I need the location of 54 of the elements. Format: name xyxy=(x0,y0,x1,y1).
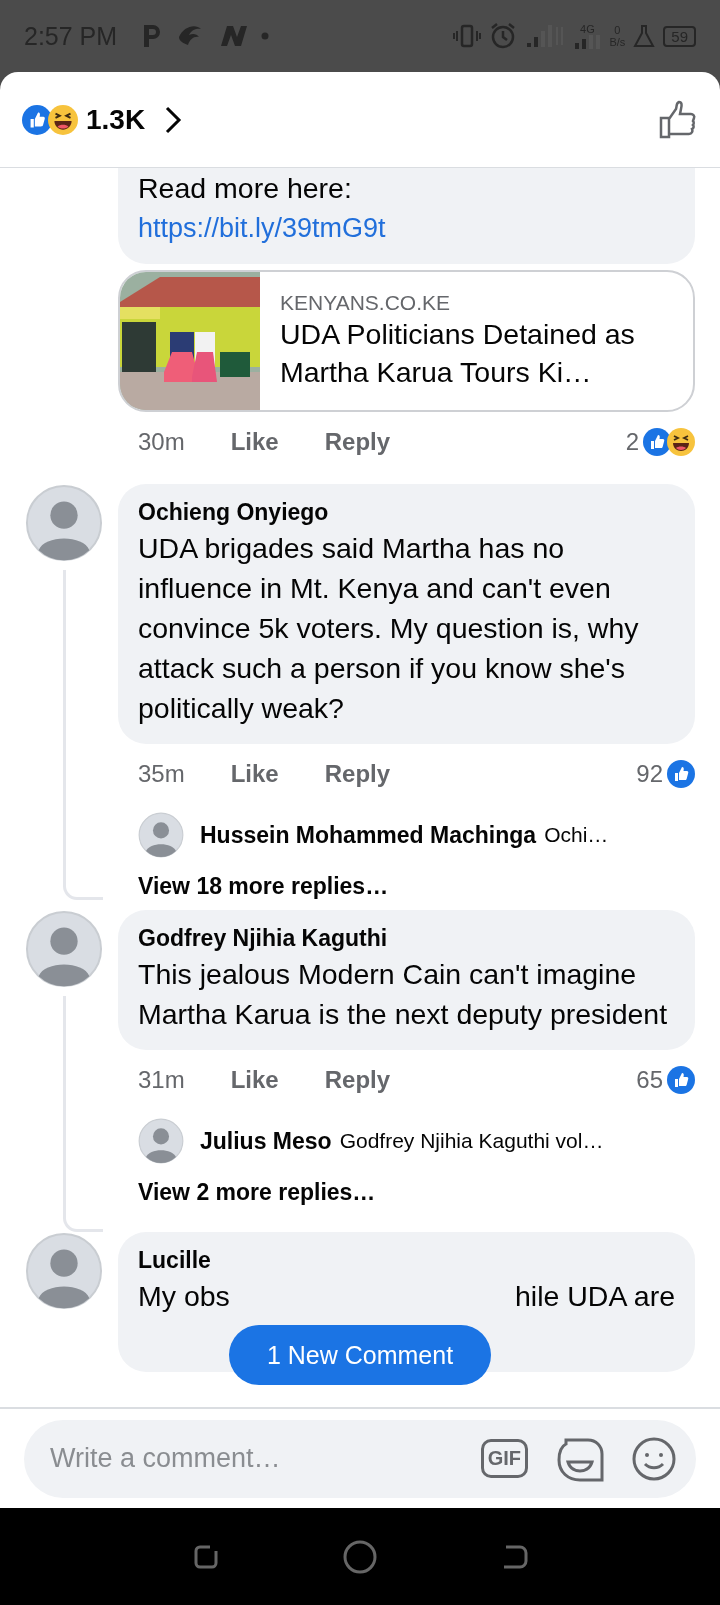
thumbs-up-icon[interactable] xyxy=(658,99,698,140)
reply-link[interactable]: Reply xyxy=(324,760,391,788)
like-link[interactable]: Like xyxy=(230,760,279,788)
comment-time: 31m xyxy=(138,1066,185,1094)
comment-text: Read more here: xyxy=(138,171,353,206)
like-reaction-icon xyxy=(643,428,671,456)
signal-icon xyxy=(525,23,566,49)
emoji-icon[interactable] xyxy=(632,1436,676,1481)
comment-link[interactable]: https://bit.ly/39tmG9t xyxy=(138,208,386,248)
reply-link[interactable]: Reply xyxy=(324,1066,391,1094)
avatar[interactable] xyxy=(138,812,184,858)
like-link[interactable]: Like xyxy=(230,1066,279,1094)
avatar[interactable] xyxy=(25,1232,103,1310)
laughing-reaction-icon xyxy=(667,428,695,456)
reaction-total[interactable]: 1.3K xyxy=(86,103,146,136)
comment-author[interactable]: Godfrey Njihia Kaguthi xyxy=(138,922,675,954)
link-preview-card[interactable]: KENYANS.CO.KE UDA Politicians Detained as Martha Karua Tours Ki… xyxy=(118,270,695,412)
vibrate-icon xyxy=(453,24,482,48)
like-reaction-icon xyxy=(667,760,695,788)
reply-author[interactable]: Hussein Mohammed Machinga xyxy=(200,821,537,849)
link-title: UDA Politicians Detained as Martha Karua Tours Ki… xyxy=(280,317,636,390)
view-more-replies-link[interactable]: View 18 more replies… xyxy=(118,868,389,904)
comment-time: 30m xyxy=(138,428,185,456)
comment-field[interactable]: Write a comment… GIF xyxy=(24,1419,696,1498)
like-reaction-icon xyxy=(22,104,52,135)
gif-button[interactable]: GIF xyxy=(480,1439,528,1478)
comment-text: My obs xyxy=(138,1279,230,1314)
avatar[interactable] xyxy=(25,484,103,562)
comment-author[interactable]: Ochieng Onyiego xyxy=(138,496,675,528)
signal-icon xyxy=(573,35,602,49)
dot-icon xyxy=(261,32,270,40)
home-icon[interactable] xyxy=(343,1539,377,1574)
reaction-count: 2 xyxy=(625,428,639,456)
flask-icon xyxy=(633,24,656,48)
reply-author[interactable]: Julius Meso xyxy=(200,1127,332,1155)
comment-author[interactable]: Lucille xyxy=(138,1244,675,1276)
comment-time: 35m xyxy=(138,760,185,788)
avatar[interactable] xyxy=(138,1118,184,1164)
avatar[interactable] xyxy=(25,910,103,988)
new-comment-button[interactable]: 1 New Comment xyxy=(229,1325,491,1385)
view-more-replies-link[interactable]: View 2 more replies… xyxy=(118,1174,376,1210)
reply-text: Ochi… xyxy=(544,823,609,847)
link-domain: KENYANS.CO.KE xyxy=(280,291,451,315)
laughing-reaction-icon xyxy=(48,104,78,135)
reaction-count: 65 xyxy=(636,1066,663,1094)
like-reaction-icon xyxy=(667,1066,695,1094)
comment-text: hile UDA are xyxy=(515,1279,675,1314)
comment-text: UDA brigades said Martha has no influence in Mt. Kenya and can't even convince 5k voters. My question is, why attack such a person if you know she's politically weak? xyxy=(138,531,640,726)
chevron-right-icon[interactable] xyxy=(163,104,184,135)
reply-link[interactable]: Reply xyxy=(324,428,391,456)
comment-text: This jealous Modern Cain can't imagine Martha Karua is the next deputy president xyxy=(138,957,669,1032)
reaction-count: 92 xyxy=(636,760,663,788)
reply-text: Godfrey Njihia Kaguthi vol… xyxy=(339,1129,604,1153)
like-link[interactable]: Like xyxy=(230,428,279,456)
